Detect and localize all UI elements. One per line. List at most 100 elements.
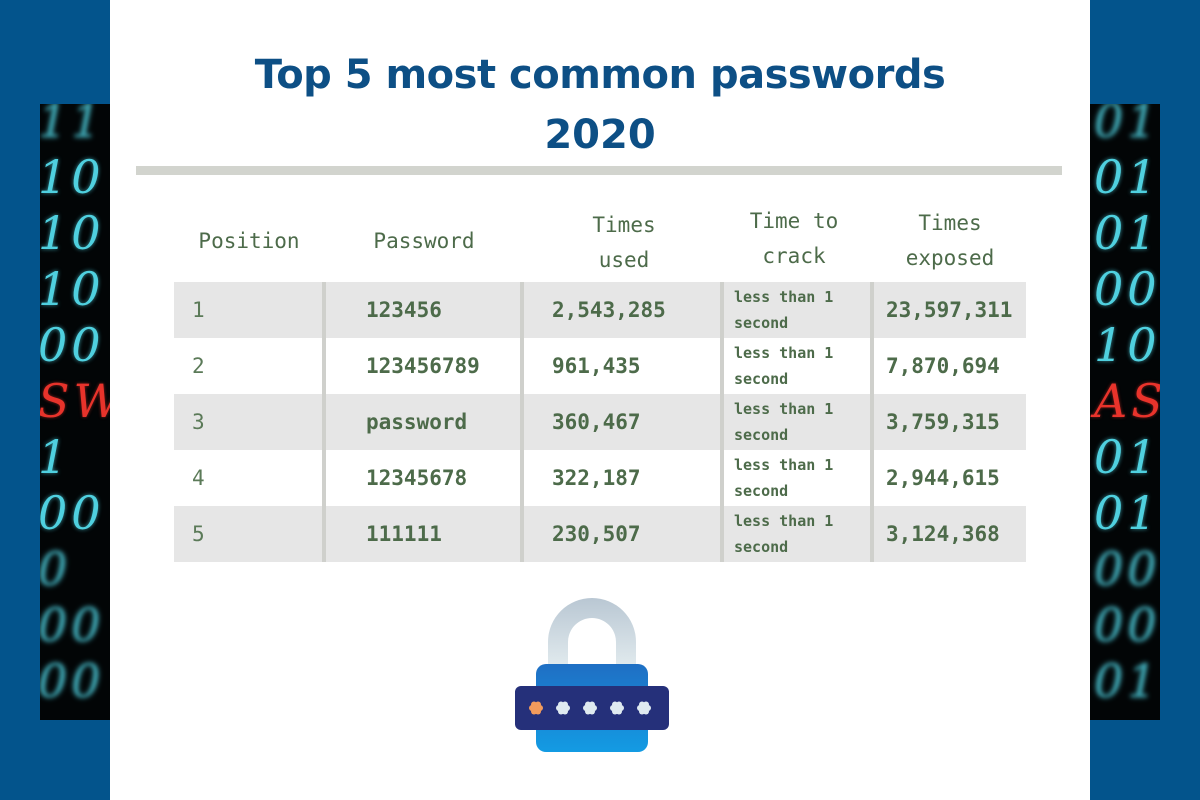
column-separator <box>870 506 874 562</box>
table-row: 1 123456 2,543,285 less than 1 second 23,597,… <box>174 282 1026 338</box>
binary-glyph-row: 10 <box>40 262 105 316</box>
cell-times-exposed: 3,759,315 <box>886 410 1000 434</box>
page-subtitle-year: 2020 <box>544 112 656 158</box>
cell-time-to-crack-line2: second <box>734 426 789 444</box>
cell-times-exposed: 23,597,311 <box>886 298 1013 322</box>
column-separator <box>322 282 326 338</box>
cell-password: password <box>366 410 468 434</box>
cell-position: 3 <box>192 410 205 434</box>
table-row: 3 password 360,467 less than 1 second 3,759,3… <box>174 394 1026 450</box>
column-separator <box>720 338 724 394</box>
cell-position: 1 <box>192 298 205 322</box>
cell-time-to-crack: less than 1 second <box>734 450 874 506</box>
column-separator <box>520 338 524 394</box>
binary-glyph-row: 00 <box>40 486 105 540</box>
binary-glyph-row: 01 <box>1094 150 1160 204</box>
header-times-used: Times used <box>524 208 724 278</box>
cell-time-to-crack-line2: second <box>734 370 789 388</box>
padlock-password-icon <box>514 598 670 758</box>
header-times-exposed-line2: exposed <box>905 246 995 270</box>
cell-time-to-crack: less than 1 second <box>734 394 874 450</box>
cell-time-to-crack-line2: second <box>734 314 789 332</box>
column-separator <box>322 506 326 562</box>
cell-times-exposed: 2,944,615 <box>886 466 1000 490</box>
cell-times-used: 360,467 <box>552 410 641 434</box>
infographic-card: Top 5 most common passwords 2020 Positio… <box>110 0 1090 800</box>
binary-glyph-row: 00 <box>40 318 105 372</box>
cell-time-to-crack-line1: less than 1 <box>734 400 834 418</box>
header-time-to-crack-line1: Time to <box>749 209 839 233</box>
cell-times-used: 230,507 <box>552 522 641 546</box>
passwords-table: Position Password Times used Time to cra… <box>174 200 1026 562</box>
binary-glyph-row: 00 <box>40 654 105 708</box>
column-separator <box>870 450 874 506</box>
padlock-svg <box>515 598 669 752</box>
header-position: Position <box>198 229 300 253</box>
column-separator <box>870 338 874 394</box>
column-separator <box>870 282 874 338</box>
binary-glyph-row: 10 <box>40 206 105 260</box>
cell-time-to-crack-line1: less than 1 <box>734 456 834 474</box>
column-separator <box>520 450 524 506</box>
cell-position: 2 <box>192 354 205 378</box>
binary-glyph-row: 01 <box>1094 430 1160 484</box>
cell-password: 12345678 <box>366 466 468 490</box>
cell-position: 4 <box>192 466 205 490</box>
column-separator <box>720 450 724 506</box>
binary-glyph-row: SW <box>40 374 110 428</box>
cell-times-used: 2,543,285 <box>552 298 666 322</box>
binary-glyph-row: 00 <box>1094 262 1160 316</box>
header-times-used-line2: used <box>598 248 650 272</box>
cell-times-exposed: 3,124,368 <box>886 522 1000 546</box>
cell-time-to-crack-line2: second <box>734 538 789 556</box>
cell-time-to-crack-line1: less than 1 <box>734 288 834 306</box>
binary-glyph-row: 10 <box>40 150 105 204</box>
binary-glyph-row: 01 <box>1094 486 1160 540</box>
binary-glyph-row: 1 <box>40 430 72 484</box>
cell-password: 123456 <box>366 298 442 322</box>
header-times-exposed-line1: Times <box>918 211 982 235</box>
binary-glyph-row: 00 <box>1094 542 1160 596</box>
cell-time-to-crack: less than 1 second <box>734 506 874 562</box>
cell-times-used: 961,435 <box>552 354 641 378</box>
header-times-exposed: Times exposed <box>874 206 1026 276</box>
header-password: Password <box>373 229 475 253</box>
column-separator <box>520 506 524 562</box>
column-separator <box>520 394 524 450</box>
cell-time-to-crack-line2: second <box>734 482 789 500</box>
column-separator <box>322 394 326 450</box>
column-separator <box>720 394 724 450</box>
cell-time-to-crack: less than 1 second <box>734 338 874 394</box>
binary-code-image-right: 01 01 01 00 10 AS 01 01 00 00 01 <box>1090 104 1160 720</box>
column-separator <box>322 338 326 394</box>
column-separator <box>870 394 874 450</box>
padlock-shackle <box>548 598 636 670</box>
table-row: 4 12345678 322,187 less than 1 second 2,944,6… <box>174 450 1026 506</box>
binary-glyph-row: 10 <box>1094 318 1160 372</box>
binary-glyph-row: 00 <box>40 598 105 652</box>
binary-glyph-row: 01 <box>1094 206 1160 260</box>
page-title: Top 5 most common passwords <box>254 52 946 98</box>
binary-code-image-left: 1110101000SW 10000000 <box>40 104 110 720</box>
header-times-used-line1: Times <box>592 213 656 237</box>
cell-times-used: 322,187 <box>552 466 641 490</box>
cell-time-to-crack-line1: less than 1 <box>734 512 834 530</box>
binary-glyph-row: 0 <box>40 542 72 596</box>
binary-glyph-row: 00 <box>1094 598 1160 652</box>
column-separator <box>322 450 326 506</box>
column-separator <box>720 282 724 338</box>
cell-time-to-crack: less than 1 second <box>734 282 874 338</box>
header-time-to-crack-line2: crack <box>762 244 826 268</box>
column-separator <box>720 506 724 562</box>
binary-glyph-row: 01 <box>1094 654 1160 708</box>
binary-glyph-row: 01 <box>1094 104 1160 148</box>
binary-glyph-row: AS <box>1094 374 1160 428</box>
header-time-to-crack: Time to crack <box>724 204 864 274</box>
table-header: Position Password Times used Time to cra… <box>174 200 1026 282</box>
table-row: 2 123456789 961,435 less than 1 second 7,870,… <box>174 338 1026 394</box>
cell-password: 111111 <box>366 522 442 546</box>
table-row: 5 111111 230,507 less than 1 second 3,124,368 <box>174 506 1026 562</box>
cell-position: 5 <box>192 522 205 546</box>
table-body: 1 123456 2,543,285 less than 1 second 23,597,… <box>174 282 1026 562</box>
cell-time-to-crack-line1: less than 1 <box>734 344 834 362</box>
